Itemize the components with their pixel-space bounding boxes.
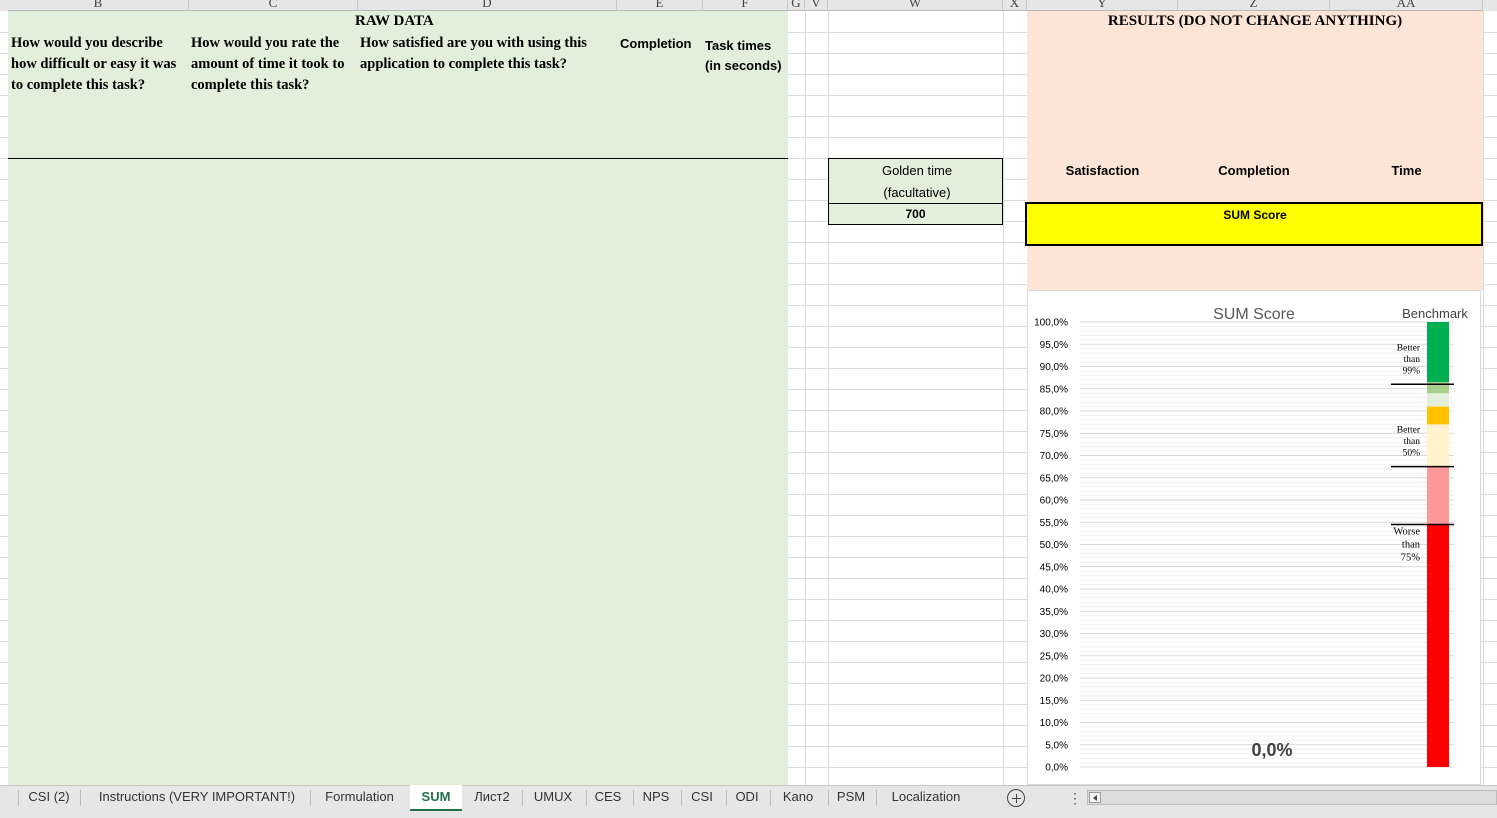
satisfaction-header: Satisfaction <box>1065 163 1140 178</box>
horizontal-scrollbar[interactable] <box>1087 790 1497 805</box>
raw-data-title: RAW DATA <box>355 13 434 29</box>
benchmark-band <box>1427 424 1449 467</box>
y-tick-label: 30,0% <box>1040 629 1068 640</box>
tab-separator <box>80 790 81 806</box>
time-result-header: Time <box>1391 163 1422 178</box>
column-header-aa[interactable]: AA <box>1330 0 1483 11</box>
y-tick-label: 35,0% <box>1040 607 1068 618</box>
sheet-tab-kano[interactable]: Kano <box>770 786 826 810</box>
question-difficulty: How would you describe how difficult or … <box>11 35 177 93</box>
column-header-z[interactable]: Z <box>1178 0 1330 11</box>
golden-time-label: Golden time (facultative) <box>881 163 953 200</box>
sheet-tab-csi[interactable]: CSI <box>680 786 724 810</box>
benchmark-band <box>1427 466 1449 525</box>
benchmark-title: Benchmark <box>1402 306 1468 321</box>
tab-separator <box>18 790 19 806</box>
grid-col-line <box>1003 11 1004 785</box>
y-tick-label: 15,0% <box>1040 696 1068 707</box>
completion-result-header: Completion <box>1218 163 1290 178</box>
sheet-tab-umux[interactable]: UMUX <box>522 786 584 810</box>
sheet-tab-odi[interactable]: ODI <box>726 786 768 810</box>
column-header-x[interactable]: X <box>1003 0 1027 11</box>
column-header-d[interactable]: D <box>358 0 617 11</box>
sheet-tab-ces[interactable]: CES <box>585 786 631 810</box>
y-tick-label: 100,0% <box>1034 318 1068 329</box>
y-tick-label: 20,0% <box>1040 674 1068 685</box>
completion-header: Completion <box>620 36 692 51</box>
column-header-v[interactable]: V <box>805 0 828 11</box>
sheet-tab-nps[interactable]: NPS <box>633 786 679 810</box>
y-tick-label: 10,0% <box>1040 718 1068 729</box>
y-tick-label: 65,0% <box>1040 473 1068 484</box>
results-title: RESULTS (DO NOT CHANGE ANYTHING) <box>1107 13 1403 29</box>
chart-title: SUM Score <box>1213 306 1295 323</box>
y-tick-label: 45,0% <box>1040 562 1068 573</box>
column-header-c[interactable]: C <box>189 0 358 11</box>
benchmark-label-line: 50% <box>1403 449 1421 459</box>
benchmark-band <box>1427 406 1449 425</box>
task-times-header: Task times (in seconds) <box>705 38 782 73</box>
benchmark-band <box>1427 322 1449 383</box>
y-tick-label: 95,0% <box>1040 340 1068 351</box>
sheet-tab-csi-2[interactable]: CSI (2) <box>20 786 78 810</box>
benchmark-label-line: than <box>1402 539 1421 550</box>
sheet-tab-instructions-very-important[interactable]: Instructions (VERY IMPORTANT!) <box>86 786 308 810</box>
question-satisfaction: How satisfied are you with using this ap… <box>360 35 587 72</box>
sheet-tab-formulation[interactable]: Formulation <box>310 786 409 810</box>
column-header-b[interactable]: B <box>8 0 189 11</box>
sheet-tab-psm[interactable]: PSM <box>828 786 874 810</box>
benchmark-label-line: Better <box>1397 426 1421 436</box>
y-tick-label: 50,0% <box>1040 540 1068 551</box>
question-time-rating: How would you rate the amount of time it… <box>191 35 345 93</box>
y-tick-label: 40,0% <box>1040 585 1068 596</box>
y-tick-label: 70,0% <box>1040 451 1068 462</box>
sum-score-value: 0,0% <box>1251 740 1292 760</box>
benchmark-label-line: Better <box>1397 343 1421 353</box>
plus-circle-icon <box>1008 790 1024 806</box>
benchmark-label-line: 75% <box>1401 552 1421 563</box>
golden-time-value: 700 <box>905 207 926 221</box>
y-tick-label: 90,0% <box>1040 362 1068 373</box>
benchmark-label-line: Worse <box>1393 526 1420 537</box>
sum-score-chart[interactable]: SUM Score Benchmark 0,0% 5,0% 10,0% 15,0% 20… <box>1027 290 1481 785</box>
benchmark-band <box>1427 524 1449 767</box>
sheet-tab-лист2[interactable]: Лист2 <box>464 786 520 810</box>
vertical-ellipsis-icon[interactable]: ⋮ <box>1068 789 1082 807</box>
y-tick-label: 55,0% <box>1040 518 1068 529</box>
sheet-tab-sum[interactable]: SUM <box>410 785 462 811</box>
benchmark-label-line: than <box>1404 355 1421 365</box>
benchmark-label-line: than <box>1404 437 1421 447</box>
column-header-y[interactable]: Y <box>1027 0 1178 11</box>
add-sheet-button[interactable] <box>1007 789 1025 807</box>
benchmark-band <box>1427 393 1449 407</box>
column-header-e[interactable]: E <box>617 0 703 11</box>
column-header-w[interactable]: W <box>828 0 1003 11</box>
sum-score-label: SUM Score <box>1223 208 1287 222</box>
y-tick-label: 80,0% <box>1040 407 1068 418</box>
raw-data-region[interactable] <box>8 11 788 785</box>
grid-col-line <box>1483 11 1484 785</box>
y-tick-label: 75,0% <box>1040 429 1068 440</box>
y-tick-label: 25,0% <box>1040 651 1068 662</box>
y-tick-label: 5,0% <box>1045 740 1068 751</box>
benchmark-label-line: 99% <box>1403 366 1421 376</box>
results-region[interactable] <box>1027 11 1483 290</box>
column-header-f[interactable]: F <box>703 0 788 11</box>
chevron-left-icon[interactable] <box>1089 792 1101 803</box>
y-tick-label: 60,0% <box>1040 496 1068 507</box>
sheet-tab-localization[interactable]: Localization <box>877 786 975 810</box>
sum-score-chart-svg: SUM Score Benchmark 0,0% 5,0% 10,0% 15,0% 20… <box>1034 306 1468 774</box>
column-header-g[interactable]: G <box>788 0 805 11</box>
grid-col-line <box>828 11 829 785</box>
grid-col-line <box>805 11 806 785</box>
y-tick-label: 0,0% <box>1045 763 1068 774</box>
y-tick-label: 85,0% <box>1040 384 1068 395</box>
raw-data-divider <box>8 158 788 159</box>
